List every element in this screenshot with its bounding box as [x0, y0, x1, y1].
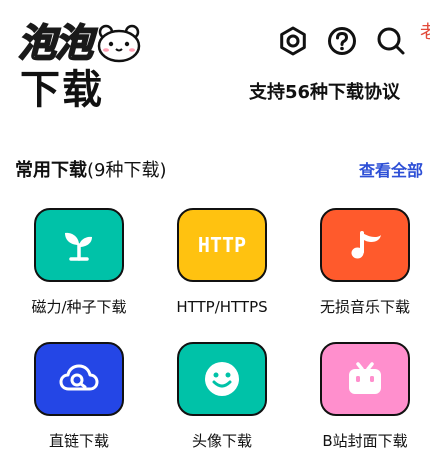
tile: HTTP: [177, 208, 267, 282]
edge-glyph: 老: [420, 22, 430, 43]
logo-text: 泡泡: [17, 20, 94, 66]
search-icon[interactable]: [374, 24, 408, 58]
section-title-text: 常用下载: [15, 160, 87, 181]
top-toolbar: [276, 24, 423, 58]
http-icon: HTTP: [197, 233, 247, 257]
tile: [34, 208, 124, 282]
tile-label: 头像下载: [191, 432, 252, 450]
eye: [213, 372, 219, 378]
tile: [320, 208, 410, 282]
tv-icon: [349, 362, 381, 394]
http-download[interactable]: HTTP HTTP/HTTPS: [157, 208, 287, 342]
tile-label: 无损音乐下载: [319, 298, 410, 316]
tile-label: B站封面下载: [322, 432, 408, 450]
music-note-icon: [351, 231, 381, 259]
help-circle-icon[interactable]: [325, 24, 359, 58]
section-title: 常用下载(9种下载): [15, 158, 167, 184]
download-type-grid: 磁力/种子下载 HTTP HTTP/HTTPS 无损音乐下载 直链下载 头像下载…: [0, 208, 430, 476]
grid-row: 磁力/种子下载 HTTP HTTP/HTTPS 无损音乐下载: [0, 208, 430, 342]
bear-face-icon: [97, 24, 141, 63]
section-header: 常用下载(9种下载) 查看全部: [15, 158, 423, 184]
avatar-download[interactable]: 头像下载: [157, 342, 287, 476]
bilibili-cover-download[interactable]: B站封面下载: [300, 342, 430, 476]
see-all-link[interactable]: 查看全部: [359, 158, 423, 184]
settings-hex-icon[interactable]: [276, 24, 310, 58]
tv-eye: [370, 376, 374, 382]
page-title: 下载: [20, 67, 104, 113]
sprout-icon: [65, 232, 92, 261]
cloud-link-icon: [59, 364, 99, 391]
eye: [225, 372, 231, 378]
tile: [320, 342, 410, 416]
app-logo: 泡泡: [17, 20, 142, 66]
tile: [177, 342, 267, 416]
tile-label: 直链下载: [48, 432, 109, 450]
smiley-icon: [205, 362, 239, 396]
tile: [34, 342, 124, 416]
tile-label: 磁力/种子下载: [31, 298, 127, 316]
tv-eye: [356, 376, 360, 382]
tile-label: HTTP/HTTPS: [176, 298, 268, 316]
section-count: (9种下载): [87, 160, 167, 181]
lossless-music-download[interactable]: 无损音乐下载: [300, 208, 430, 342]
magnet-torrent-download[interactable]: 磁力/种子下载: [14, 208, 144, 342]
direct-link-download[interactable]: 直链下载: [14, 342, 144, 476]
grid-row: 直链下载 头像下载 B站封面下载: [0, 342, 430, 476]
protocol-tagline: 支持56种下载协议: [249, 82, 401, 103]
